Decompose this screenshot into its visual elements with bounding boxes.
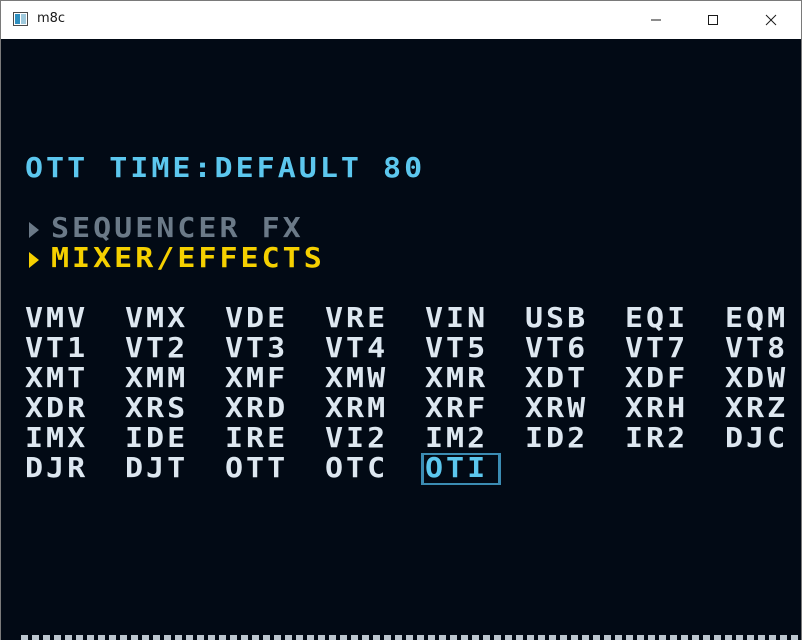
grid-row: IMX IDE IRE VI2 IM2 ID2 IR2 DJC xyxy=(25,425,801,455)
fx-cell[interactable]: DJT xyxy=(125,455,188,483)
app-window: m8c OTT TIME:DEFAULT 80 SEQUENCER FX MIX… xyxy=(0,0,802,640)
fx-cell[interactable]: VMV xyxy=(25,305,88,333)
fx-cell[interactable]: VT5 xyxy=(425,335,488,363)
fx-cell[interactable]: OTC xyxy=(325,455,388,483)
close-icon xyxy=(765,14,777,26)
fx-cell[interactable]: USB xyxy=(525,305,588,333)
fx-cell[interactable]: VT1 xyxy=(25,335,88,363)
fx-cell[interactable]: VI2 xyxy=(325,425,388,453)
fx-cell[interactable]: XDW xyxy=(725,365,788,393)
fx-cell[interactable]: XRD xyxy=(225,395,288,423)
maximize-button[interactable] xyxy=(690,1,736,39)
fx-cell-selected[interactable]: OTI xyxy=(425,455,488,483)
grid-row: DJR DJT OTT OTC OTI xyxy=(25,453,801,485)
fx-cell[interactable]: VIN xyxy=(425,305,488,333)
fx-cell[interactable]: IM2 xyxy=(425,425,488,453)
fx-cell[interactable]: IRE xyxy=(225,425,288,453)
grid-row: XMT XMM XMF XMW XMR XDT XDF XDW xyxy=(25,365,801,395)
minimize-button[interactable] xyxy=(633,1,679,39)
fx-cell[interactable]: XDF xyxy=(625,365,688,393)
fx-cell[interactable]: DJR xyxy=(25,455,88,483)
fx-cell[interactable]: ID2 xyxy=(525,425,588,453)
fx-cell[interactable]: VMX xyxy=(125,305,188,333)
fx-cell[interactable]: XRH xyxy=(625,395,688,423)
menu-item-label: SEQUENCER FX xyxy=(51,212,304,245)
fx-cell[interactable]: XDR xyxy=(25,395,88,423)
fx-cell[interactable]: VT4 xyxy=(325,335,388,363)
fx-cell[interactable]: VT3 xyxy=(225,335,288,363)
fx-cell[interactable]: VT7 xyxy=(625,335,688,363)
fx-cell[interactable]: OTT xyxy=(225,455,288,483)
app-icon xyxy=(13,12,28,26)
grid-row: VMV VMX VDE VRE VIN USB EQI EQM xyxy=(25,305,801,335)
menu-arrow-icon xyxy=(29,222,39,238)
fx-cell[interactable]: XRS xyxy=(125,395,188,423)
title-bar[interactable]: m8c xyxy=(1,1,801,39)
menu-arrow-icon xyxy=(29,252,39,268)
fx-cell[interactable]: XMF xyxy=(225,365,288,393)
fx-cell[interactable]: DJC xyxy=(725,425,788,453)
fx-cell[interactable]: VDE xyxy=(225,305,288,333)
fx-cell[interactable]: XMM xyxy=(125,365,188,393)
fx-cell[interactable]: XDT xyxy=(525,365,588,393)
minimize-icon xyxy=(651,19,661,21)
fx-cell[interactable]: VT8 xyxy=(725,335,788,363)
menu-item-label: MIXER/EFFECTS xyxy=(51,242,325,275)
maximize-icon xyxy=(708,15,718,25)
window-title: m8c xyxy=(37,11,66,26)
grid-row: XDR XRS XRD XRM XRF XRW XRH XRZ xyxy=(25,395,801,425)
fx-cell[interactable]: XMW xyxy=(325,365,388,393)
fx-cell[interactable]: IMX xyxy=(25,425,88,453)
fx-cell[interactable]: EQI xyxy=(625,305,688,333)
fx-cell[interactable]: VRE xyxy=(325,305,388,333)
fx-cell[interactable]: IR2 xyxy=(625,425,688,453)
close-button[interactable] xyxy=(748,1,794,39)
page-header: OTT TIME:DEFAULT 80 xyxy=(25,152,426,185)
fx-cell[interactable]: XRZ xyxy=(725,395,788,423)
bottom-edge-strip xyxy=(21,635,801,640)
fx-cell[interactable]: VT6 xyxy=(525,335,588,363)
fx-cell[interactable]: EQM xyxy=(725,305,788,333)
fx-cell[interactable]: XRW xyxy=(525,395,588,423)
fx-cell[interactable]: XMT xyxy=(25,365,88,393)
fx-cell[interactable]: XRM xyxy=(325,395,388,423)
fx-cell[interactable]: VT2 xyxy=(125,335,188,363)
grid-row: VT1 VT2 VT3 VT4 VT5 VT6 VT7 VT8 xyxy=(25,335,801,365)
fx-cell[interactable]: XRF xyxy=(425,395,488,423)
m8-screen[interactable]: OTT TIME:DEFAULT 80 SEQUENCER FX MIXER/E… xyxy=(1,39,801,640)
fx-cell[interactable]: IDE xyxy=(125,425,188,453)
fx-cell[interactable]: XMR xyxy=(425,365,488,393)
